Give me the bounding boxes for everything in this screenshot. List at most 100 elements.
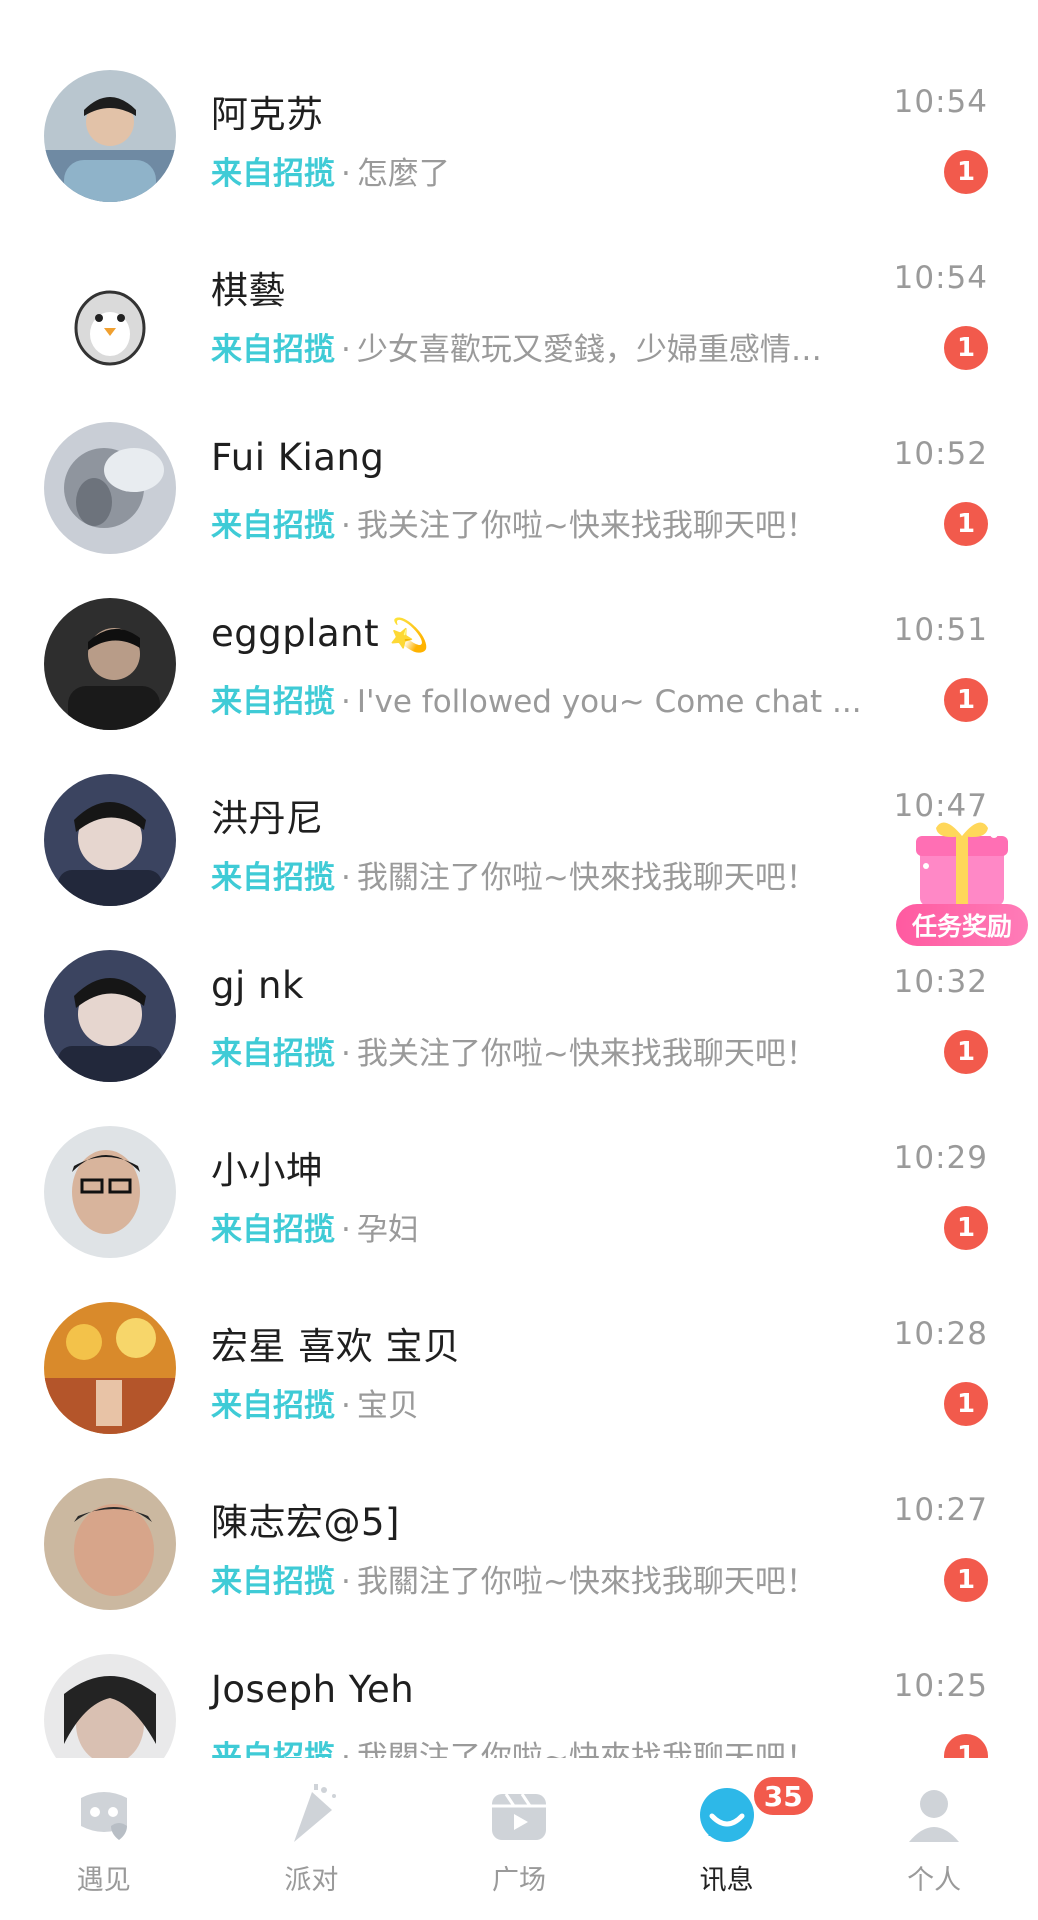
contact-name: 小小坤 [211,1149,324,1192]
avatar[interactable] [44,1126,176,1258]
bottom-tab-bar: 遇见 派对 广场 讯息 35 个人 [0,1758,1038,1920]
avatar[interactable] [44,1302,176,1434]
meet-icon [80,1792,127,1840]
separator-dot: · [341,332,351,368]
message-preview: 来自招揽 · 宝贝 [211,1380,891,1425]
source-tag: 来自招揽 [211,684,335,720]
message-preview: 来自招揽 · 孕妇 [211,1204,891,1249]
preview-text: 怎麼了 [356,156,450,192]
separator-dot: · [341,860,351,896]
preview-text: 我關注了你啦~快來找我聊天吧！ [356,1740,817,1758]
message-preview: 来自招揽 · 怎麼了 [211,148,891,193]
avatar[interactable] [44,70,176,202]
message-time: 10:28 [893,1316,988,1352]
contact-name: Joseph Yeh [211,1668,415,1711]
separator-dot: · [341,508,351,544]
source-tag: 来自招揽 [211,1388,335,1424]
avatar[interactable] [44,422,176,554]
message-preview: 来自招揽 · 我关注了你啦~快来找我聊天吧！ [211,1028,891,1073]
source-tag: 来自招揽 [211,860,335,896]
conversation-row[interactable]: 宏星 喜欢 宝贝 10:28 来自招揽 · 宝贝 1 [0,1302,1038,1478]
gift-box-icon [916,822,1008,906]
tab-label: 讯息 [699,1865,754,1896]
contact-name: Fui Kiang [211,436,385,479]
source-tag: 来自招揽 [211,1036,335,1072]
unread-badge: 1 [944,150,988,194]
message-time: 10:29 [893,1140,988,1176]
conversation-row[interactable]: Fui Kiang 10:52 来自招揽 · 我关注了你啦~快来找我聊天吧！ 1 [0,422,1038,598]
tab-profile[interactable]: 个人 [830,1758,1038,1920]
message-time: 10:32 [893,964,988,1000]
avatar[interactable] [44,774,176,906]
preview-text: 少女喜歡玩又愛錢，少婦重感情… [356,332,822,368]
avatar[interactable] [44,246,176,378]
message-time: 10:54 [893,84,988,120]
contact-name: 棋藝 [211,269,286,312]
message-time: 10:27 [893,1492,988,1528]
avatar[interactable] [44,1654,176,1758]
messages-icon [699,1788,754,1842]
preview-text: I've followed you~ Come chat ... [356,684,862,720]
message-preview: 来自招揽 · 少女喜歡玩又愛錢，少婦重感情… [211,324,891,369]
preview-text: 我關注了你啦~快來找我聊天吧！ [356,860,817,896]
tab-party[interactable]: 派对 [208,1758,416,1920]
separator-dot: · [341,1564,351,1600]
message-preview: 来自招揽 · 我关注了你啦~快来找我聊天吧！ [211,500,891,545]
task-reward-button[interactable]: 任务奖励 [896,808,1028,948]
unread-badge: 1 [944,1382,988,1426]
unread-badge: 1 [944,1030,988,1074]
separator-dot: · [341,156,351,192]
message-preview: 来自招揽 · 我關注了你啦~快來找我聊天吧！ [211,1732,891,1758]
separator-dot: · [341,1036,351,1072]
contact-name: 阿克苏 [211,93,324,136]
contact-name: 陳志宏@5] [211,1501,400,1544]
message-time: 10:52 [893,436,988,472]
source-tag: 来自招揽 [211,156,335,192]
source-tag: 来自招揽 [211,1212,335,1248]
conversation-row[interactable]: 阿克苏 10:54 来自招揽 · 怎麼了 1 [0,70,1038,246]
conversation-row[interactable]: 陳志宏@5] 10:27 来自招揽 · 我關注了你啦~快來找我聊天吧！ 1 [0,1478,1038,1654]
message-time: 10:54 [893,260,988,296]
unread-badge: 1 [944,1206,988,1250]
tab-label: 个人 [907,1865,962,1896]
plaza-icon [491,1793,546,1840]
avatar[interactable] [44,598,176,730]
tab-label: 派对 [284,1865,339,1896]
message-time: 10:25 [893,1668,988,1704]
task-reward-label: 任务奖励 [896,904,1028,946]
separator-dot: · [341,1212,351,1248]
preview-text: 我关注了你啦~快来找我聊天吧！ [356,1036,817,1072]
message-time: 10:51 [893,612,988,648]
tab-messages[interactable]: 讯息 35 [623,1758,831,1920]
message-preview: 来自招揽 · 我關注了你啦~快來找我聊天吧！ [211,1556,891,1601]
preview-text: 孕妇 [356,1212,419,1248]
dizzy-icon: 💫 [389,616,430,654]
tab-plaza[interactable]: 广场 [415,1758,623,1920]
conversation-row[interactable]: 小小坤 10:29 来自招揽 · 孕妇 1 [0,1126,1038,1302]
conversation-row[interactable]: 棋藝 10:54 来自招揽 · 少女喜歡玩又愛錢，少婦重感情… 1 [0,246,1038,422]
preview-text: 我关注了你啦~快来找我聊天吧！ [356,508,817,544]
avatar[interactable] [44,1478,176,1610]
conversation-row[interactable]: eggplant 💫 10:51 来自招揽 · I've followed you~ … [0,598,1038,774]
party-icon [294,1784,337,1842]
source-tag: 来自招揽 [211,1564,335,1600]
unread-badge: 1 [944,502,988,546]
source-tag: 来自招揽 [211,1740,335,1758]
separator-dot: · [341,1740,351,1758]
message-preview: 来自招揽 · 我關注了你啦~快來找我聊天吧！ [211,852,891,897]
unread-badge: 1 [944,678,988,722]
unread-badge: 1 [944,1734,988,1758]
conversation-row[interactable]: Joseph Yeh 10:25 来自招揽 · 我關注了你啦~快來找我聊天吧！ 1 [0,1654,1038,1758]
source-tag: 来自招揽 [211,332,335,368]
message-preview: 来自招揽 · I've followed you~ Come chat ... [211,676,891,721]
unread-badge: 1 [944,326,988,370]
conversation-row[interactable]: gj nk 10:32 来自招揽 · 我关注了你啦~快来找我聊天吧！ 1 [0,950,1038,1126]
tab-label: 广场 [491,1865,546,1896]
conversation-list: 阿克苏 10:54 来自招揽 · 怎麼了 1 棋藝 10:54 来自招揽 · 少女喜歡玩… [0,0,1038,1758]
conversation-row[interactable]: 洪丹尼 10:47 来自招揽 · 我關注了你啦~快來找我聊天吧！ [0,774,1038,950]
avatar[interactable] [44,950,176,1082]
contact-name-text: eggplant [211,612,380,655]
tab-meet[interactable]: 遇见 [0,1758,208,1920]
separator-dot: · [341,684,351,720]
preview-text: 宝贝 [356,1388,419,1424]
